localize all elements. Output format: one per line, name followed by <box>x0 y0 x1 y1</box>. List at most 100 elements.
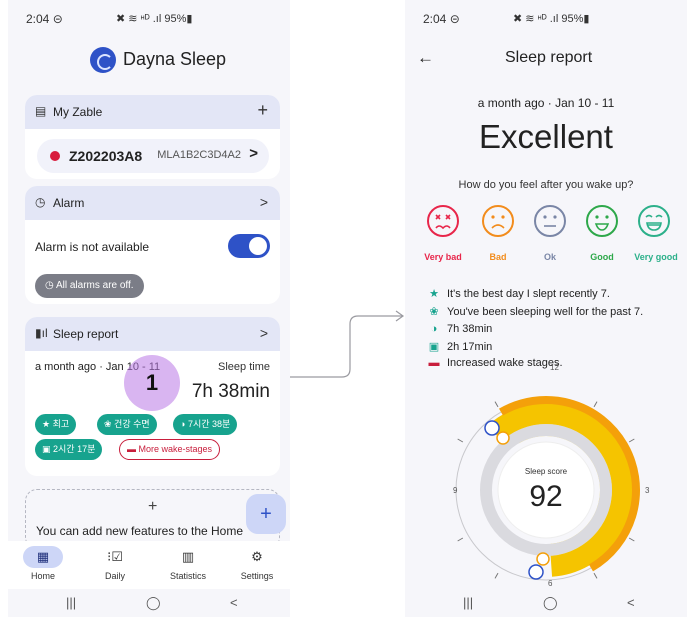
touch-indicator: 1 <box>124 355 180 411</box>
highlight-sleep-streak-text: You've been sleeping well for the past 7… <box>447 306 644 318</box>
star-icon: ★ <box>42 419 53 429</box>
sleep-report-header[interactable]: ▮ıl Sleep report > <box>25 317 280 351</box>
mood-very-good-label: Very good <box>634 252 678 262</box>
dial-label-6: 6 <box>548 579 553 588</box>
tag-wake-stages[interactable]: ▬ More wake-stages <box>119 439 221 460</box>
nav-statistics-label: Statistics <box>169 571 206 581</box>
nav-settings[interactable]: ⚙ Settings <box>222 546 290 581</box>
zzz-icon: ▣ <box>42 444 54 454</box>
system-nav: ||| ◯ < <box>8 589 290 617</box>
alarm-title: Alarm <box>53 196 85 210</box>
mood-ok-face-icon[interactable] <box>534 205 566 237</box>
mood-very-good-face-icon[interactable] <box>638 205 670 237</box>
mood-very-bad-label: Very bad <box>424 252 462 262</box>
tag-healthy-sleep[interactable]: ❀ 건강 수면 <box>97 414 157 435</box>
nav-home-label: Home <box>30 571 55 581</box>
my-zable-title: My Zable <box>53 105 103 119</box>
alarm-status-text: Alarm is not available <box>35 240 150 254</box>
dial-tick <box>628 438 635 443</box>
calendar-icon: ▤ <box>35 104 47 118</box>
system-back-button[interactable]: < <box>627 595 635 610</box>
app-logo-icon <box>90 47 116 73</box>
sleep-report-title: Sleep report <box>53 327 119 341</box>
dial-tick <box>494 401 499 408</box>
highlight-best-day: ★ It's the best day I slept recently 7. <box>427 287 610 300</box>
bottom-nav: ▦ Home ⁝☑ Daily ▥ Statistics ⚙ Settings <box>8 541 290 589</box>
dial-label-9: 9 <box>453 486 458 495</box>
mood-good-label: Good <box>590 252 614 262</box>
gear-icon: ⚙ <box>251 549 263 564</box>
add-feature-plus: + <box>148 498 158 515</box>
alarm-header[interactable]: ◷ Alarm > <box>25 186 280 220</box>
score-label: Sleep score <box>525 467 568 476</box>
bedtime-marker-icon[interactable] <box>484 420 500 436</box>
system-back-button[interactable]: < <box>230 595 238 610</box>
device-row[interactable]: Z202203A8 MLA1B2C3D4A2 > <box>37 139 269 173</box>
alarm-off-chip: ◷ All alarms are off. <box>35 274 144 298</box>
dial-tick <box>628 537 635 542</box>
mood-bad-face-icon[interactable] <box>482 205 514 237</box>
recent-apps-button[interactable]: ||| <box>463 595 473 610</box>
dial-tick <box>593 572 598 579</box>
alarm-clock-icon: ◷ <box>45 280 56 291</box>
status-icons: ✖ ≋ ᵸᴰ .ıl 95%▮ <box>513 13 590 25</box>
nav-home[interactable]: ▦ Home <box>8 546 78 581</box>
add-feature-text: You can add new features to the Home <box>36 524 244 538</box>
my-zable-header: ▤ My Zable + <box>25 95 280 129</box>
device-mac: MLA1B2C3D4A2 <box>157 149 241 161</box>
dial-label-12: 12 <box>550 363 559 372</box>
add-feature-card[interactable]: + You can add new features to the Home <box>25 489 280 549</box>
tag-best-label: 최고 <box>52 419 70 429</box>
sleep-time-label: Sleep time <box>218 361 270 373</box>
page-title: Sleep report <box>505 49 593 66</box>
wakeup-marker-icon[interactable] <box>528 564 544 580</box>
dial-tick <box>457 537 464 542</box>
add-device-button[interactable]: + <box>257 100 268 121</box>
status-bar: 2:04 ⊝ ✖ ≋ ᵸᴰ .ıl 95%▮ <box>405 10 687 30</box>
chevron-right-icon: > <box>249 145 258 162</box>
highlight-sleep-streak: ❀ You've been sleeping well for the past … <box>427 305 643 318</box>
tag-deep-sleep[interactable]: ▣ 2시간 17분 <box>35 439 103 460</box>
chart-icon: ▥ <box>181 549 195 564</box>
dial-label-3: 3 <box>645 486 650 495</box>
status-time: 2:04 ⊝ <box>423 12 460 26</box>
highlight-best-day-text: It's the best day I slept recently 7. <box>447 288 610 300</box>
alarm-toggle[interactable] <box>228 234 270 258</box>
nav-settings-label: Settings <box>240 571 274 581</box>
sleep-rating: Excellent <box>479 118 613 155</box>
chevron-right-icon: > <box>259 325 268 341</box>
tag-deep-label: 2시간 17분 <box>53 444 96 454</box>
system-home-button[interactable]: ◯ <box>543 595 558 611</box>
status-bar: 2:04 ⊝ ✖ ≋ ᵸᴰ .ıl 95%▮ <box>8 10 290 30</box>
sleep-score-value: 92 <box>529 480 562 513</box>
system-home-button[interactable]: ◯ <box>146 595 161 611</box>
cluster-icon: ❀ <box>104 419 115 429</box>
nav-daily[interactable]: ⁝☑ Daily <box>80 546 150 581</box>
nav-statistics[interactable]: ▥ Statistics <box>153 546 223 581</box>
status-time: 2:04 ⊝ <box>26 12 63 26</box>
tag-best[interactable]: ★ 최고 <box>35 414 77 435</box>
highlight-deep-sleep: ▣ 2h 17min <box>427 340 492 353</box>
highlight-deep-sleep-text: 2h 17min <box>447 341 493 353</box>
mood-very-bad-face-icon[interactable] <box>427 205 459 237</box>
highlight-sleep-time-text: 7h 38min <box>447 323 493 335</box>
sleep-end-icon <box>536 552 550 566</box>
app-bar: Dayna Sleep <box>8 42 290 78</box>
sleep-start-icon <box>496 431 510 445</box>
tag-sleep-duration[interactable]: ◑ 7시간 38분 <box>173 414 238 435</box>
mood-good-face-icon[interactable] <box>586 205 618 237</box>
dial-tick <box>494 572 499 579</box>
mood-ok-label: Ok <box>543 252 556 262</box>
sleep-time-value: 7h 38min <box>191 381 270 402</box>
home-icon: ▦ <box>23 546 63 568</box>
tag-wake-label: More wake-stages <box>138 444 213 454</box>
app-title: Dayna Sleep <box>123 49 227 69</box>
dial-tick <box>593 401 598 408</box>
recent-apps-button[interactable]: ||| <box>66 595 76 610</box>
add-fab-button[interactable]: + <box>246 494 286 534</box>
dial-tick <box>457 438 464 443</box>
back-arrow-button[interactable]: ← <box>417 48 434 68</box>
alarm-off-text: All alarms are off. <box>55 280 134 291</box>
alarm-clock-icon: ◷ <box>35 195 46 209</box>
sleep-report-screen: 2:04 ⊝ ✖ ≋ ᵸᴰ .ıl 95%▮ ← Sleep report a … <box>405 0 687 617</box>
